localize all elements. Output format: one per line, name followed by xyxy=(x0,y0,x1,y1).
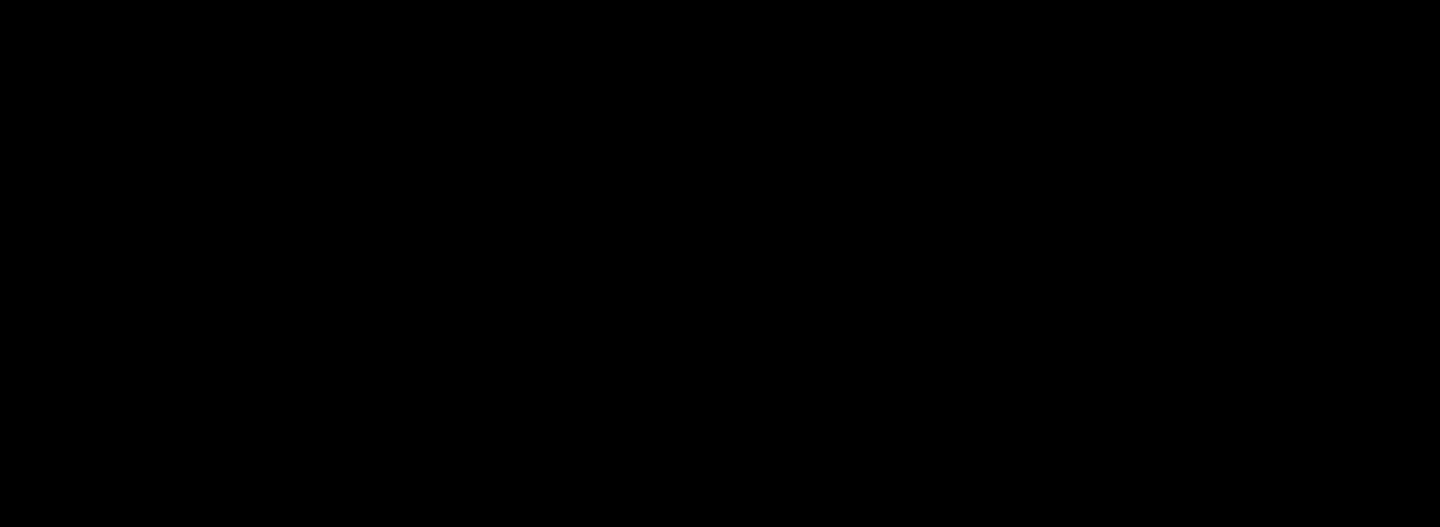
excel-windows-grid xyxy=(0,0,1440,527)
